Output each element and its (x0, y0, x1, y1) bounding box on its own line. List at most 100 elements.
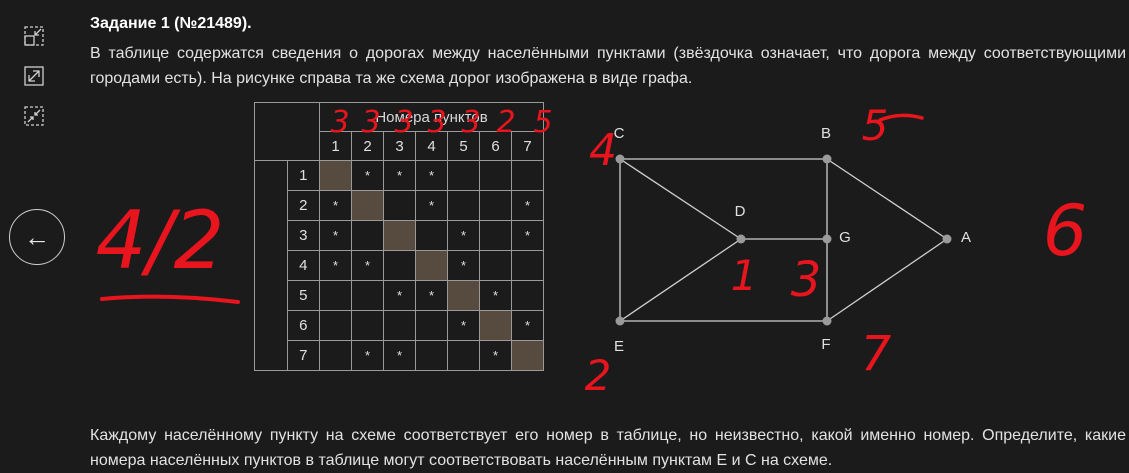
table-cell (319, 280, 352, 311)
table-cell (447, 280, 480, 311)
row-label: 5 (286, 280, 320, 311)
handwritten-note: 4/2 (96, 194, 225, 287)
roads-table: Номера пунктов 1 2 3 4 5 6 7 1 * * * 2 * * * 3 * * * 4 * * * 5 * *… (254, 102, 544, 371)
task-title: Задание 1 (№21489). (90, 15, 252, 32)
graph-edge (619, 158, 742, 240)
graph-node-label: E (614, 338, 624, 355)
table-cell: * (319, 250, 352, 281)
handwritten-note: 6 (1043, 190, 1088, 272)
table-cell: * (415, 160, 448, 191)
table-row: 7 * * * (255, 340, 544, 371)
table-cell: * (319, 220, 352, 251)
table-corner (254, 102, 320, 161)
table-cell (351, 190, 384, 221)
handwritten-stroke (100, 294, 240, 304)
handwritten-note: 5 (862, 101, 889, 150)
task-description: В таблице содержатся сведения о дорогах … (90, 41, 1126, 91)
handwritten-note: 1 (731, 251, 758, 300)
collapse-icon[interactable] (20, 22, 48, 50)
table-header-title: Номера пунктов (319, 102, 544, 132)
column-header: 7 (511, 131, 544, 161)
table-row: 3 * * * (255, 220, 544, 251)
row-label: 4 (286, 250, 320, 281)
table-cell (351, 280, 384, 311)
table-cell (479, 220, 512, 251)
table-cell (447, 340, 480, 371)
table-cell (319, 160, 352, 191)
table-cell: * (351, 340, 384, 371)
graph-edge (826, 238, 948, 322)
arrow-left-icon: ← (24, 221, 50, 252)
table-cell: * (383, 160, 416, 191)
graph-node (822, 316, 832, 326)
column-header: 1 (319, 131, 352, 161)
graph-node-label: B (821, 125, 831, 142)
table-cell (415, 310, 448, 341)
table-cell: * (447, 250, 480, 281)
graph-node (822, 154, 832, 164)
table-cell: * (479, 280, 512, 311)
task-question: Каждому населённому пункту на схеме соот… (90, 423, 1126, 473)
table-cell: * (447, 310, 480, 341)
row-group-header (254, 160, 288, 371)
table-cell (447, 190, 480, 221)
table-cell (415, 250, 448, 281)
row-label: 2 (286, 190, 320, 221)
task-paragraph-2: Каждому населённому пункту на схеме соот… (90, 427, 1126, 469)
table-cell (511, 280, 544, 311)
table-cell (447, 160, 480, 191)
table-cell (479, 160, 512, 191)
table-cell (319, 310, 352, 341)
graph-node (615, 316, 625, 326)
table-row: 1 * * * (254, 160, 544, 371)
table-row: 6 * * (255, 310, 544, 341)
table-cell (319, 340, 352, 371)
graph-node-label: G (839, 229, 851, 246)
table-cell: * (351, 160, 384, 191)
table-cell: * (415, 190, 448, 221)
table-cell (383, 310, 416, 341)
graph-node (942, 234, 952, 244)
table-cell: * (511, 190, 544, 221)
table-cell: * (319, 190, 352, 221)
table-cell: * (351, 250, 384, 281)
graph-node-label: C (614, 125, 625, 142)
table-cell (479, 310, 512, 341)
row-label: 6 (286, 310, 320, 341)
back-button[interactable]: ← (9, 209, 65, 265)
graph-node (822, 234, 832, 244)
side-toolbar (20, 22, 52, 142)
graph-edge (826, 158, 948, 240)
handwritten-stroke (878, 113, 924, 122)
table-cell (415, 220, 448, 251)
table-row: 2 * * * (255, 190, 544, 221)
table-cell (415, 340, 448, 371)
graph-node (736, 234, 746, 244)
table-cell (383, 220, 416, 251)
table-cell: * (479, 340, 512, 371)
column-header: 5 (447, 131, 480, 161)
expand-diagonal-icon[interactable] (20, 62, 48, 90)
table-cell: * (383, 340, 416, 371)
column-header: 2 (351, 131, 384, 161)
table-cell (351, 220, 384, 251)
graph-node (615, 154, 625, 164)
table-cell (351, 310, 384, 341)
row-label: 3 (286, 220, 320, 251)
handwritten-note: 2 (585, 351, 612, 400)
table-cell: * (415, 280, 448, 311)
table-cell (479, 190, 512, 221)
graph-node-label: D (735, 203, 746, 220)
table-cell (479, 250, 512, 281)
table-cell (383, 250, 416, 281)
column-header: 4 (415, 131, 448, 161)
table-cell (511, 160, 544, 191)
table-cell: * (383, 280, 416, 311)
shrink-diagonal-icon[interactable] (20, 102, 48, 130)
row-label: 7 (286, 340, 320, 371)
table-row: 4 * * * (255, 250, 544, 281)
graph-node-label: F (821, 336, 830, 353)
task-paragraph: В таблице содержатся сведения о дорогах … (90, 45, 1126, 87)
handwritten-note: 3 (791, 252, 822, 308)
table-cell: * (511, 220, 544, 251)
